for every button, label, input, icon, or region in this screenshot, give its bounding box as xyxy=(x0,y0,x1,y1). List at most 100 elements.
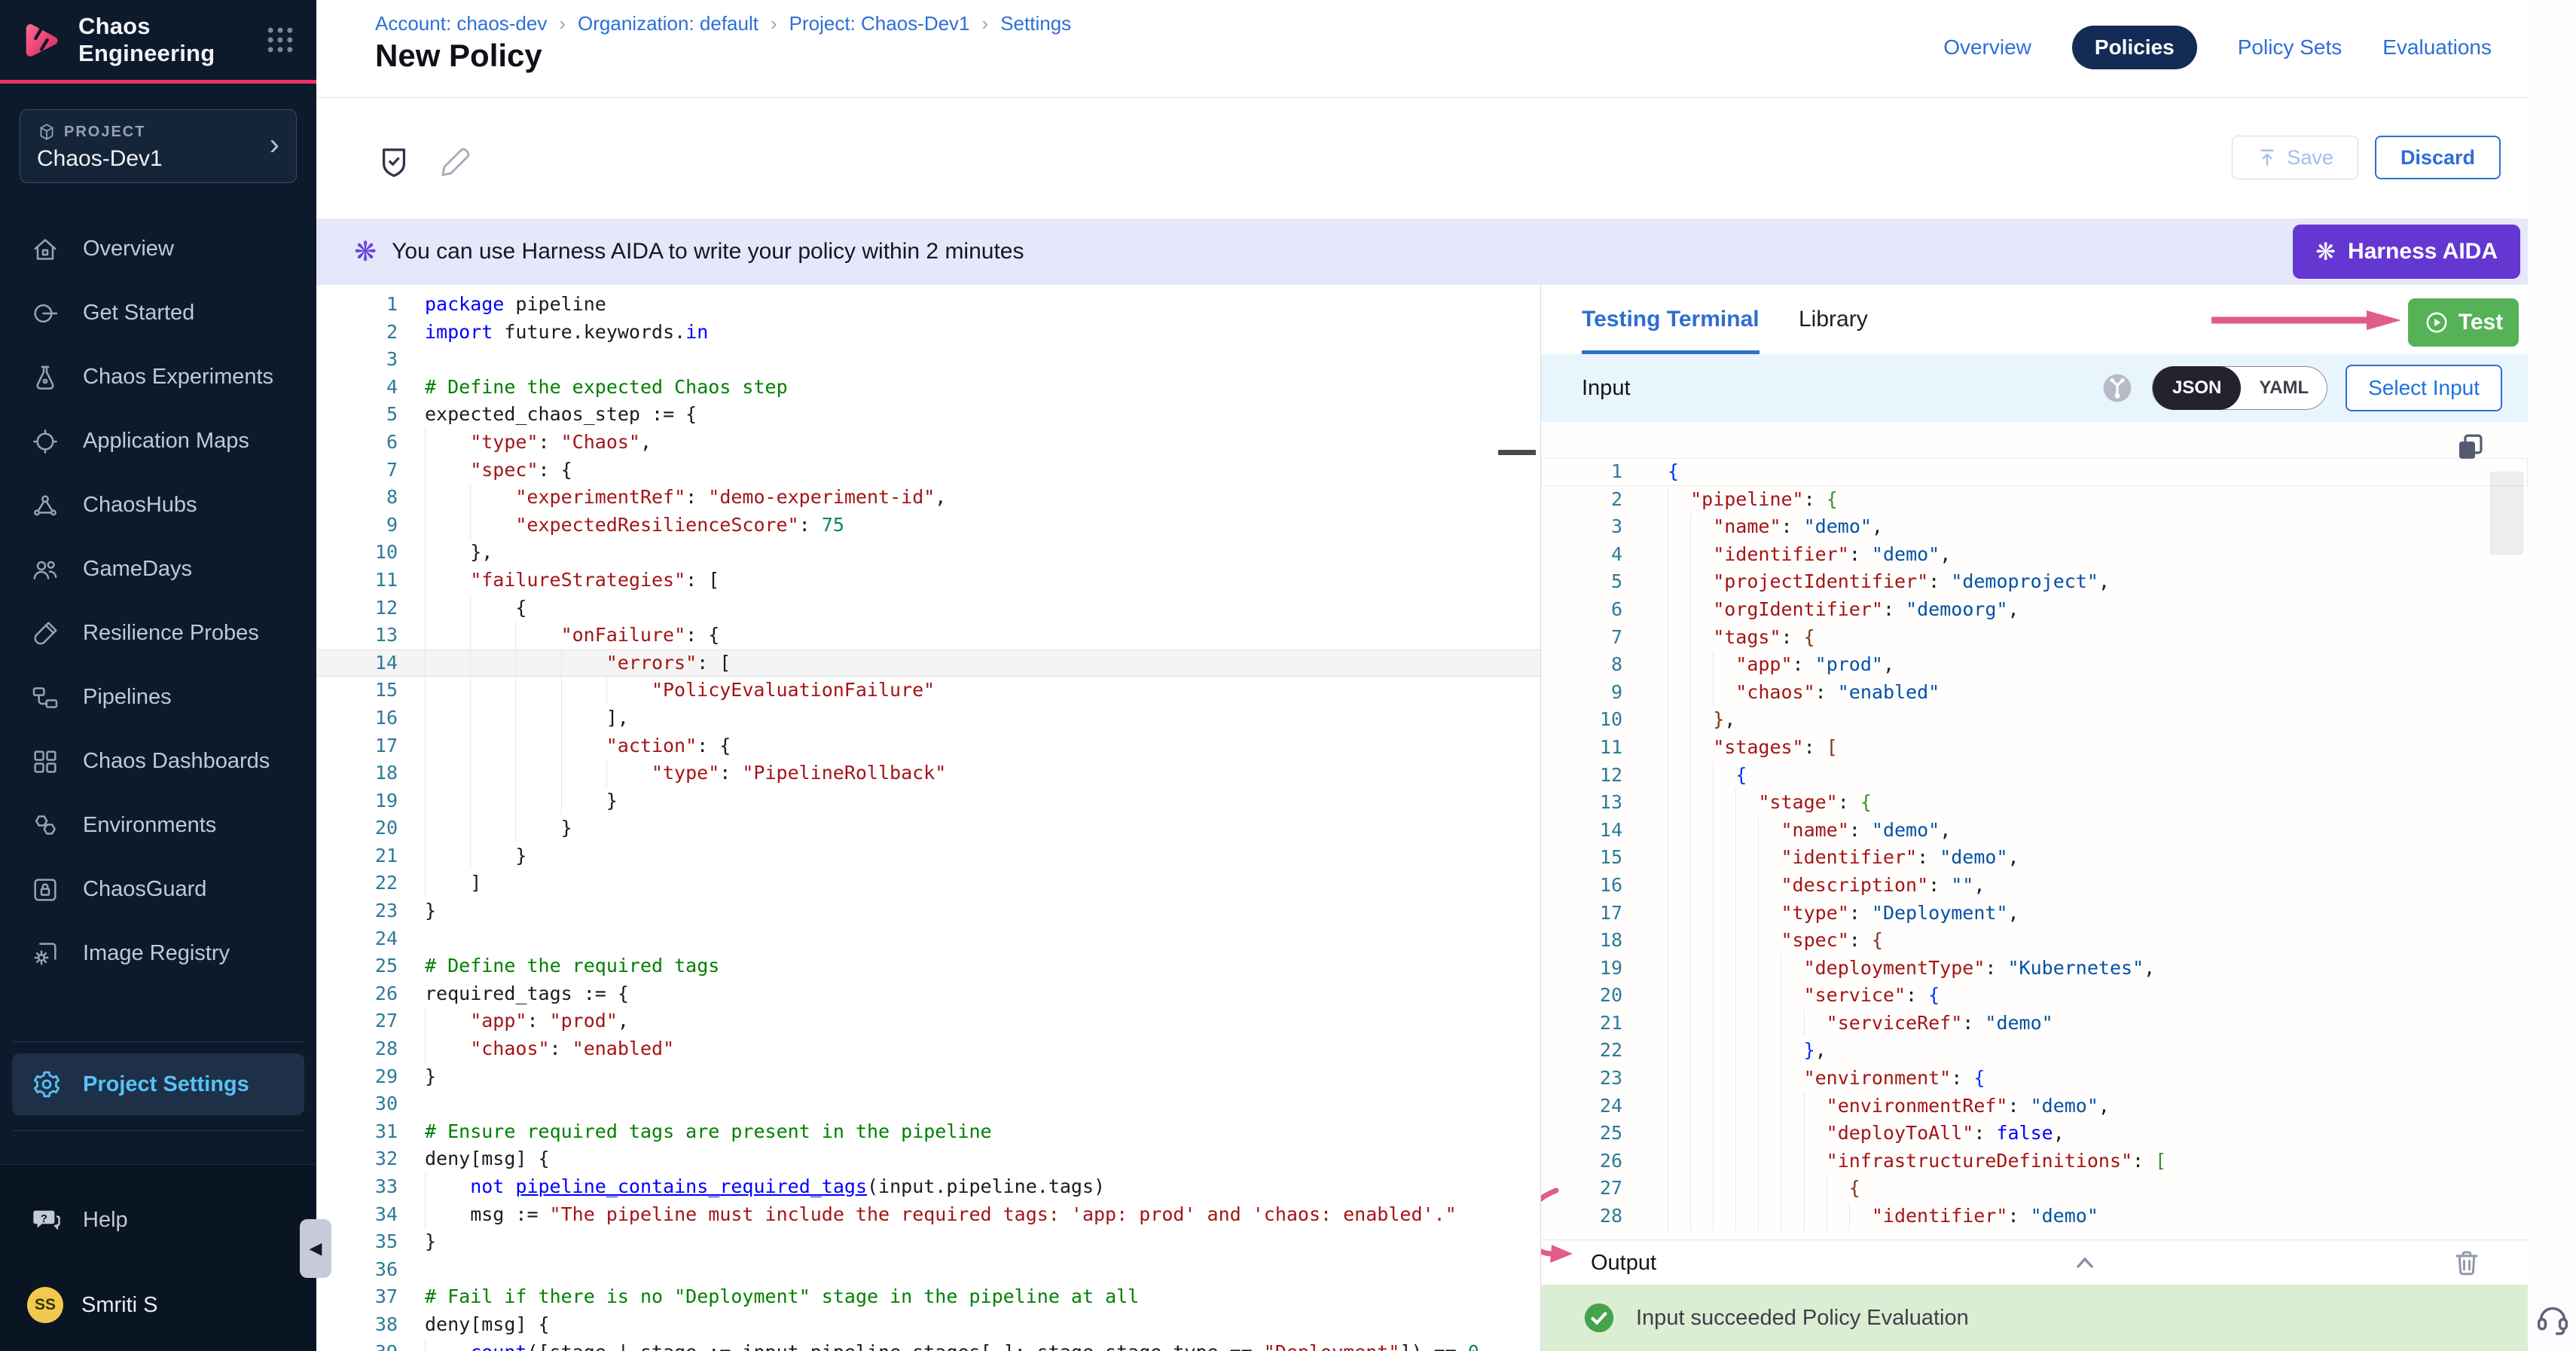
save-label: Save xyxy=(2287,146,2333,170)
apps-grid-icon[interactable] xyxy=(264,23,297,57)
policy-code-editor[interactable]: 1package pipeline2import future.keywords… xyxy=(316,285,1541,1351)
input-json-editor[interactable]: 1{2"pipeline": {3"name": "demo",4"identi… xyxy=(1541,422,2528,1239)
sidebar-item-chaos-dashboards[interactable]: Chaos Dashboards xyxy=(0,729,316,793)
line-number: 11 xyxy=(316,567,398,595)
indent-guide xyxy=(1690,1203,1713,1230)
chevron-up-icon[interactable] xyxy=(2068,1248,2101,1278)
code-line: 2import future.keywords.in xyxy=(316,319,1540,347)
indent-guide xyxy=(1690,651,1713,679)
indent-guide xyxy=(515,815,560,842)
sidebar-item-image-registry[interactable]: Image Registry xyxy=(0,922,316,986)
sidebar-item-environments[interactable]: Environments xyxy=(0,793,316,857)
indent-guide xyxy=(1668,679,1690,707)
sidebar-item-application-maps[interactable]: Application Maps xyxy=(0,409,316,473)
indent-guide xyxy=(1781,1203,1803,1230)
indent-guide xyxy=(515,732,560,760)
tab-policy-sets[interactable]: Policy Sets xyxy=(2238,35,2343,60)
harness-aida-button[interactable]: ❋ Harness AIDA xyxy=(2293,225,2520,279)
line-number: 7 xyxy=(316,457,398,484)
code-line: 11"stages": [ xyxy=(1541,734,2528,762)
indent-guide xyxy=(470,595,515,622)
sidebar-item-resilience-probes[interactable]: Resilience Probes xyxy=(0,601,316,665)
format-toggle[interactable]: JSON YAML xyxy=(2152,366,2327,410)
sidebar-item-chaos-experiments[interactable]: Chaos Experiments xyxy=(0,345,316,409)
line-number: 15 xyxy=(1541,844,1622,872)
indent-guide xyxy=(1735,1175,1758,1203)
code-line: 34msg := "The pipeline must include the … xyxy=(316,1201,1540,1229)
indent-guide xyxy=(1713,1093,1735,1120)
sidebar-item-label: Image Registry xyxy=(83,941,230,966)
code-line: 16"description": "", xyxy=(1541,872,2528,900)
indent-guide xyxy=(470,815,515,842)
sidebar-item-label: Project Settings xyxy=(83,1072,249,1097)
format-json[interactable]: JSON xyxy=(2153,366,2241,410)
breadcrumb-link[interactable]: Organization: default xyxy=(578,12,758,35)
sidebar-item-get-started[interactable]: Get Started xyxy=(0,281,316,345)
indent-guide xyxy=(1804,1203,1827,1230)
input-label: Input xyxy=(1582,354,1631,422)
tab-library[interactable]: Library xyxy=(1799,285,1868,354)
tab-evaluations[interactable]: Evaluations xyxy=(2382,35,2492,60)
tab-overview[interactable]: Overview xyxy=(1943,35,2031,60)
line-number: 20 xyxy=(316,815,398,842)
discard-button[interactable]: Discard xyxy=(2375,136,2501,179)
line-number: 13 xyxy=(1541,789,1622,817)
format-yaml[interactable]: YAML xyxy=(2241,377,2327,399)
indent-guide xyxy=(1668,817,1690,845)
tab-policies[interactable]: Policies xyxy=(2072,26,2197,69)
user-menu[interactable]: SS Smriti S xyxy=(27,1287,158,1323)
sidebar-collapse-handle[interactable]: ◀ xyxy=(300,1219,331,1278)
line-number: 5 xyxy=(1541,568,1622,596)
shield-check-icon[interactable] xyxy=(377,145,411,179)
indent-guide xyxy=(1668,927,1690,955)
line-number: 1 xyxy=(316,291,398,319)
line-number: 2 xyxy=(1541,486,1622,514)
code-line: 21"serviceRef": "demo" xyxy=(1541,1010,2528,1038)
help-button[interactable]: ? Help xyxy=(30,1204,128,1236)
sidebar-divider xyxy=(12,1130,304,1131)
indent-guide xyxy=(1713,955,1735,983)
home-icon xyxy=(30,234,60,264)
select-input-button[interactable]: Select Input xyxy=(2346,365,2502,411)
indent-guide xyxy=(470,650,515,677)
sidebar-item-overview[interactable]: Overview xyxy=(0,217,316,281)
breadcrumb-link[interactable]: Account: chaos-dev xyxy=(375,12,547,35)
sidebar-item-pipelines[interactable]: Pipelines xyxy=(0,665,316,729)
sidebar-header: Chaos Engineering xyxy=(0,0,316,80)
line-number: 8 xyxy=(316,484,398,512)
code-line: 10}, xyxy=(1541,706,2528,734)
breadcrumb-link[interactable]: Project: Chaos-Dev1 xyxy=(789,12,970,35)
indent-guide xyxy=(1690,1148,1713,1175)
input-source-icon[interactable] xyxy=(2101,371,2134,405)
indent-guide xyxy=(425,1007,470,1035)
save-button[interactable]: Save xyxy=(2232,136,2358,179)
indent-guide xyxy=(1781,955,1803,983)
indent-guide xyxy=(1735,789,1758,817)
project-selector[interactable]: PROJECT Chaos-Dev1 › xyxy=(20,109,297,183)
tab-testing-terminal[interactable]: Testing Terminal xyxy=(1582,285,1760,354)
get-started-icon xyxy=(30,298,60,329)
support-headset-icon[interactable] xyxy=(2534,1300,2571,1337)
indent-guide xyxy=(470,705,515,732)
breadcrumb-link[interactable]: Settings xyxy=(1000,12,1071,35)
indent-guide xyxy=(1781,982,1803,1010)
sidebar-item-chaoshubs[interactable]: ChaosHubs xyxy=(0,473,316,537)
sidebar-item-chaosguard[interactable]: ChaosGuard xyxy=(0,857,316,922)
edit-pencil-icon[interactable] xyxy=(438,145,473,179)
sidebar-item-project-settings[interactable]: Project Settings xyxy=(12,1053,304,1115)
copy-icon[interactable] xyxy=(2454,431,2486,463)
indent-guide xyxy=(1690,1093,1713,1120)
indent-guide xyxy=(1690,596,1713,624)
line-number: 23 xyxy=(316,897,398,925)
code-line: 5expected_chaos_step := { xyxy=(316,401,1540,429)
code-line: 20} xyxy=(316,815,1540,842)
code-line: 38deny[msg] { xyxy=(316,1311,1540,1339)
check-circle-icon xyxy=(1582,1301,1616,1335)
sidebar-item-gamedays[interactable]: GameDays xyxy=(0,537,316,601)
trash-icon[interactable] xyxy=(2451,1247,2483,1279)
scrollbar-slider[interactable] xyxy=(2490,472,2523,555)
code-line: 21} xyxy=(316,842,1540,870)
test-button[interactable]: Test xyxy=(2408,298,2519,347)
indent-guide xyxy=(1758,982,1781,1010)
indent-guide xyxy=(1668,734,1690,762)
